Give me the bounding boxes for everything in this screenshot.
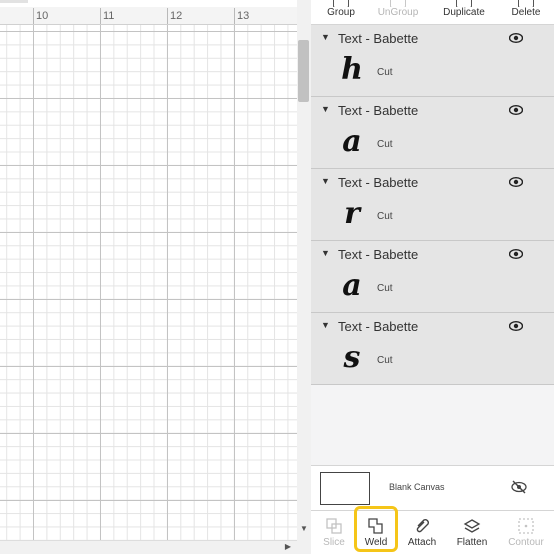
layer-thumbnail: s xyxy=(343,340,361,375)
horizontal-ruler: 10 11 12 13 xyxy=(0,0,297,25)
layer-title: Text - Babette xyxy=(338,247,419,262)
slice-icon xyxy=(326,518,342,534)
weld-highlight-box xyxy=(354,506,398,552)
group-label: Group xyxy=(327,7,355,18)
scrollbar-thumb[interactable] xyxy=(298,40,309,102)
delete-button[interactable]: Delete xyxy=(496,0,554,24)
ruler-tick xyxy=(234,8,235,24)
layer-thumbnail: h xyxy=(341,52,363,87)
delete-icon xyxy=(518,0,534,7)
contour-label: Contour xyxy=(508,537,544,548)
layer-item[interactable]: ▼ Text - Babette s Cut xyxy=(311,313,554,385)
layer-item[interactable]: ▼ Text - Babette a Cut xyxy=(311,241,554,313)
scroll-right-icon[interactable]: ▶ xyxy=(285,542,291,551)
canvas-swatch[interactable] xyxy=(320,472,370,505)
contour-icon xyxy=(518,518,534,534)
expand-caret-icon[interactable]: ▼ xyxy=(321,104,330,114)
ruler-label: 10 xyxy=(36,10,49,22)
layer-operation[interactable]: Cut xyxy=(377,283,393,294)
duplicate-label: Duplicate xyxy=(443,7,485,18)
eye-hidden-icon[interactable] xyxy=(511,480,527,494)
ruler-label: 11 xyxy=(103,10,115,22)
ruler-tick xyxy=(167,8,168,24)
design-canvas[interactable]: 10 11 12 13 ▶ xyxy=(0,0,297,554)
ruler-tick xyxy=(100,8,101,24)
vertical-scrollbar[interactable]: ▼ xyxy=(297,0,311,554)
layer-operation[interactable]: Cut xyxy=(377,139,393,150)
layer-operation[interactable]: Cut xyxy=(377,211,393,222)
layer-title: Text - Babette xyxy=(338,319,419,334)
expand-caret-icon[interactable]: ▼ xyxy=(321,176,330,186)
layer-title: Text - Babette xyxy=(338,31,419,46)
duplicate-button[interactable]: Duplicate xyxy=(434,0,494,24)
horizontal-scrollbar[interactable]: ▶ xyxy=(0,540,297,554)
eye-icon[interactable] xyxy=(509,33,523,43)
contour-button[interactable]: Contour xyxy=(503,511,549,555)
ruler-label: 13 xyxy=(237,10,250,22)
eye-icon[interactable] xyxy=(509,177,523,187)
expand-caret-icon[interactable]: ▼ xyxy=(321,248,330,258)
eye-icon[interactable] xyxy=(509,321,523,331)
layers-bottom-toolbar: Slice Weld Attach Flatten Contour xyxy=(311,506,554,555)
expand-caret-icon[interactable]: ▼ xyxy=(321,32,330,42)
ruler-top-strip xyxy=(0,0,297,7)
group-button[interactable]: Group xyxy=(311,0,371,24)
layer-thumbnail: a xyxy=(342,124,362,159)
attach-label: Attach xyxy=(407,537,437,548)
paperclip-icon xyxy=(416,519,429,533)
ungroup-label: UnGroup xyxy=(377,7,419,18)
layer-item[interactable]: ▼ Text - Babette h Cut xyxy=(311,25,554,97)
delete-label: Delete xyxy=(511,7,541,18)
layer-list: ▼ Text - Babette h Cut ▼ Text - Babette … xyxy=(311,25,554,385)
slice-button[interactable]: Slice xyxy=(311,511,357,555)
slice-label: Slice xyxy=(323,537,345,548)
group-icon xyxy=(333,0,349,7)
ruler-label: 12 xyxy=(170,10,183,22)
scroll-down-icon[interactable]: ▼ xyxy=(300,524,308,533)
layer-title: Text - Babette xyxy=(338,175,419,190)
layer-title: Text - Babette xyxy=(338,103,419,118)
ungroup-button[interactable]: UnGroup xyxy=(368,0,428,24)
eye-icon[interactable] xyxy=(509,249,523,259)
layer-thumbnail: r xyxy=(344,196,360,231)
flatten-icon xyxy=(463,519,481,533)
layer-item[interactable]: ▼ Text - Babette a Cut xyxy=(311,97,554,169)
duplicate-icon xyxy=(456,0,472,7)
blank-canvas-label: Blank Canvas xyxy=(389,482,445,492)
layer-thumbnail: a xyxy=(342,268,362,303)
canvas-grid[interactable] xyxy=(0,25,297,540)
layer-operation[interactable]: Cut xyxy=(377,67,393,78)
ruler-tick xyxy=(33,8,34,24)
layer-item[interactable]: ▼ Text - Babette r Cut xyxy=(311,169,554,241)
expand-caret-icon[interactable]: ▼ xyxy=(321,320,330,330)
layers-top-toolbar: Group UnGroup Duplicate Delete xyxy=(311,0,554,25)
attach-button[interactable]: Attach xyxy=(399,511,445,555)
eye-icon[interactable] xyxy=(509,105,523,115)
blank-canvas-row[interactable]: Blank Canvas xyxy=(311,465,554,510)
flatten-button[interactable]: Flatten xyxy=(449,511,495,555)
flatten-label: Flatten xyxy=(456,537,488,548)
layers-panel: Group UnGroup Duplicate Delete ▼ Text - … xyxy=(311,0,554,555)
ungroup-icon xyxy=(390,0,406,7)
layer-operation[interactable]: Cut xyxy=(377,355,393,366)
